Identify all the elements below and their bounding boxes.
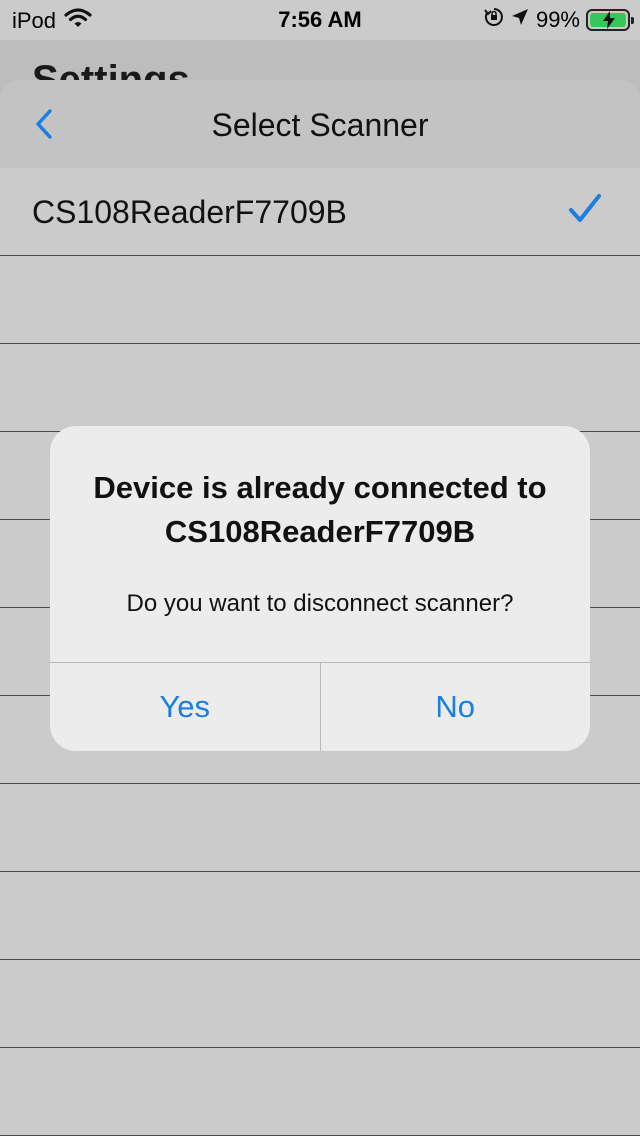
empty-row — [0, 1048, 640, 1136]
battery-cap — [631, 17, 634, 24]
alert-title: Device is already connected to CS108Read… — [93, 470, 547, 549]
scanner-name: CS108ReaderF7709B — [32, 194, 347, 230]
location-arrow-icon — [510, 7, 530, 33]
empty-row — [0, 344, 640, 432]
status-right: 99% — [484, 7, 634, 33]
status-bar: iPod 7:56 AM 99% — [0, 0, 640, 40]
alert-actions: Yes No — [50, 662, 590, 751]
bolt-icon — [603, 11, 615, 29]
empty-row — [0, 960, 640, 1048]
empty-row — [0, 784, 640, 872]
orientation-lock-icon — [484, 7, 504, 33]
no-button[interactable]: No — [319, 663, 591, 751]
battery-percent: 99% — [535, 7, 580, 32]
checkmark-icon — [569, 194, 601, 222]
empty-row — [0, 872, 640, 960]
navigation-bar: Select Scanner — [0, 80, 640, 168]
disconnect-alert: Device is already connected to CS108Read… — [50, 426, 590, 751]
scanner-row[interactable]: CS108ReaderF7709B — [0, 168, 640, 256]
nav-title: Select Scanner — [211, 107, 429, 143]
alert-message: Do you want to disconnect scanner? — [126, 590, 514, 617]
empty-row — [0, 256, 640, 344]
yes-button[interactable]: Yes — [50, 663, 320, 751]
battery-charging-icon — [586, 9, 634, 31]
